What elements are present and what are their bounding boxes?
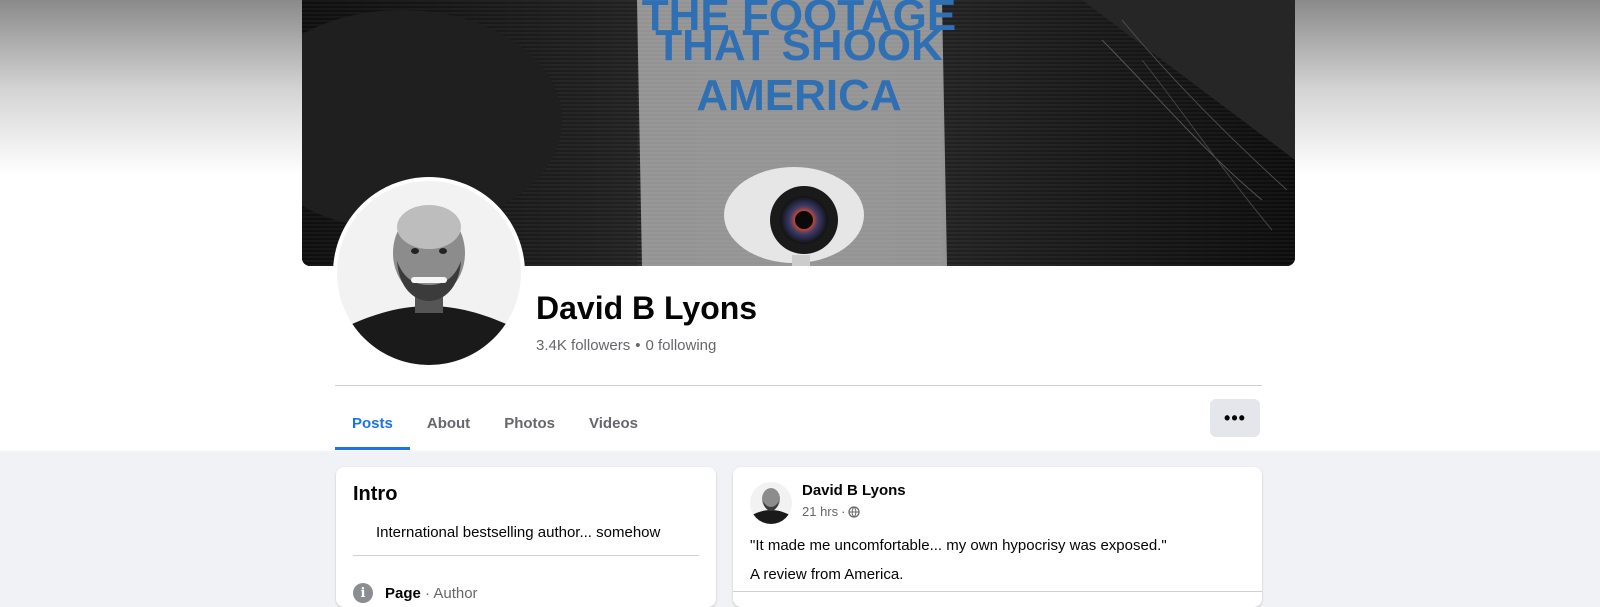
intro-divider	[353, 555, 699, 556]
tab-posts[interactable]: Posts	[335, 396, 410, 450]
post-timestamp[interactable]: 21 hrs	[802, 504, 838, 519]
cover-title-line-2: THAT SHOOK	[655, 21, 943, 70]
profile-tabs: Posts About Photos Videos	[335, 396, 655, 450]
post-meta-separator: ·	[841, 504, 846, 519]
tab-photos[interactable]: Photos	[487, 396, 572, 450]
tab-about[interactable]: About	[410, 396, 487, 450]
post-divider	[733, 591, 1262, 592]
header-divider	[335, 385, 1262, 386]
intro-title: Intro	[353, 483, 398, 505]
post-author-name[interactable]: David B Lyons	[802, 482, 906, 499]
followers-link[interactable]: 3.4K followers	[536, 337, 630, 354]
more-options-button[interactable]: •••	[1210, 399, 1260, 437]
intro-page-label: Page	[385, 584, 421, 602]
profile-stats: 3.4K followers • 0 following	[536, 337, 716, 354]
post-meta: 21 hrs ·	[802, 504, 861, 519]
info-icon: i	[353, 583, 373, 603]
cover-title-line-3: AMERICA	[696, 71, 901, 120]
profile-name: David B Lyons	[536, 290, 758, 326]
intro-card: Intro International bestselling author..…	[336, 467, 716, 607]
stats-separator: •	[635, 337, 641, 354]
post-card: David B Lyons 21 hrs · "It made me uncom…	[733, 467, 1262, 607]
post-text-line-2: A review from America.	[750, 566, 904, 583]
tab-videos[interactable]: Videos	[572, 396, 655, 450]
post-text-line-1: "It made me uncomfortable... my own hypo…	[750, 537, 1167, 554]
intro-page-type: · Author	[420, 584, 478, 602]
globe-icon	[848, 505, 861, 518]
profile-picture[interactable]	[337, 181, 521, 365]
post-avatar-image	[750, 482, 792, 524]
intro-page-row: i Page · Author	[353, 583, 478, 603]
following-link[interactable]: 0 following	[645, 337, 716, 354]
post-author-avatar[interactable]	[750, 482, 792, 524]
intro-bio: International bestselling author... some…	[376, 524, 661, 541]
profile-photo-image	[337, 181, 521, 365]
profile-header: THE FOOTAGE THAT SHOOK AMERICA David B L…	[0, 0, 1600, 451]
